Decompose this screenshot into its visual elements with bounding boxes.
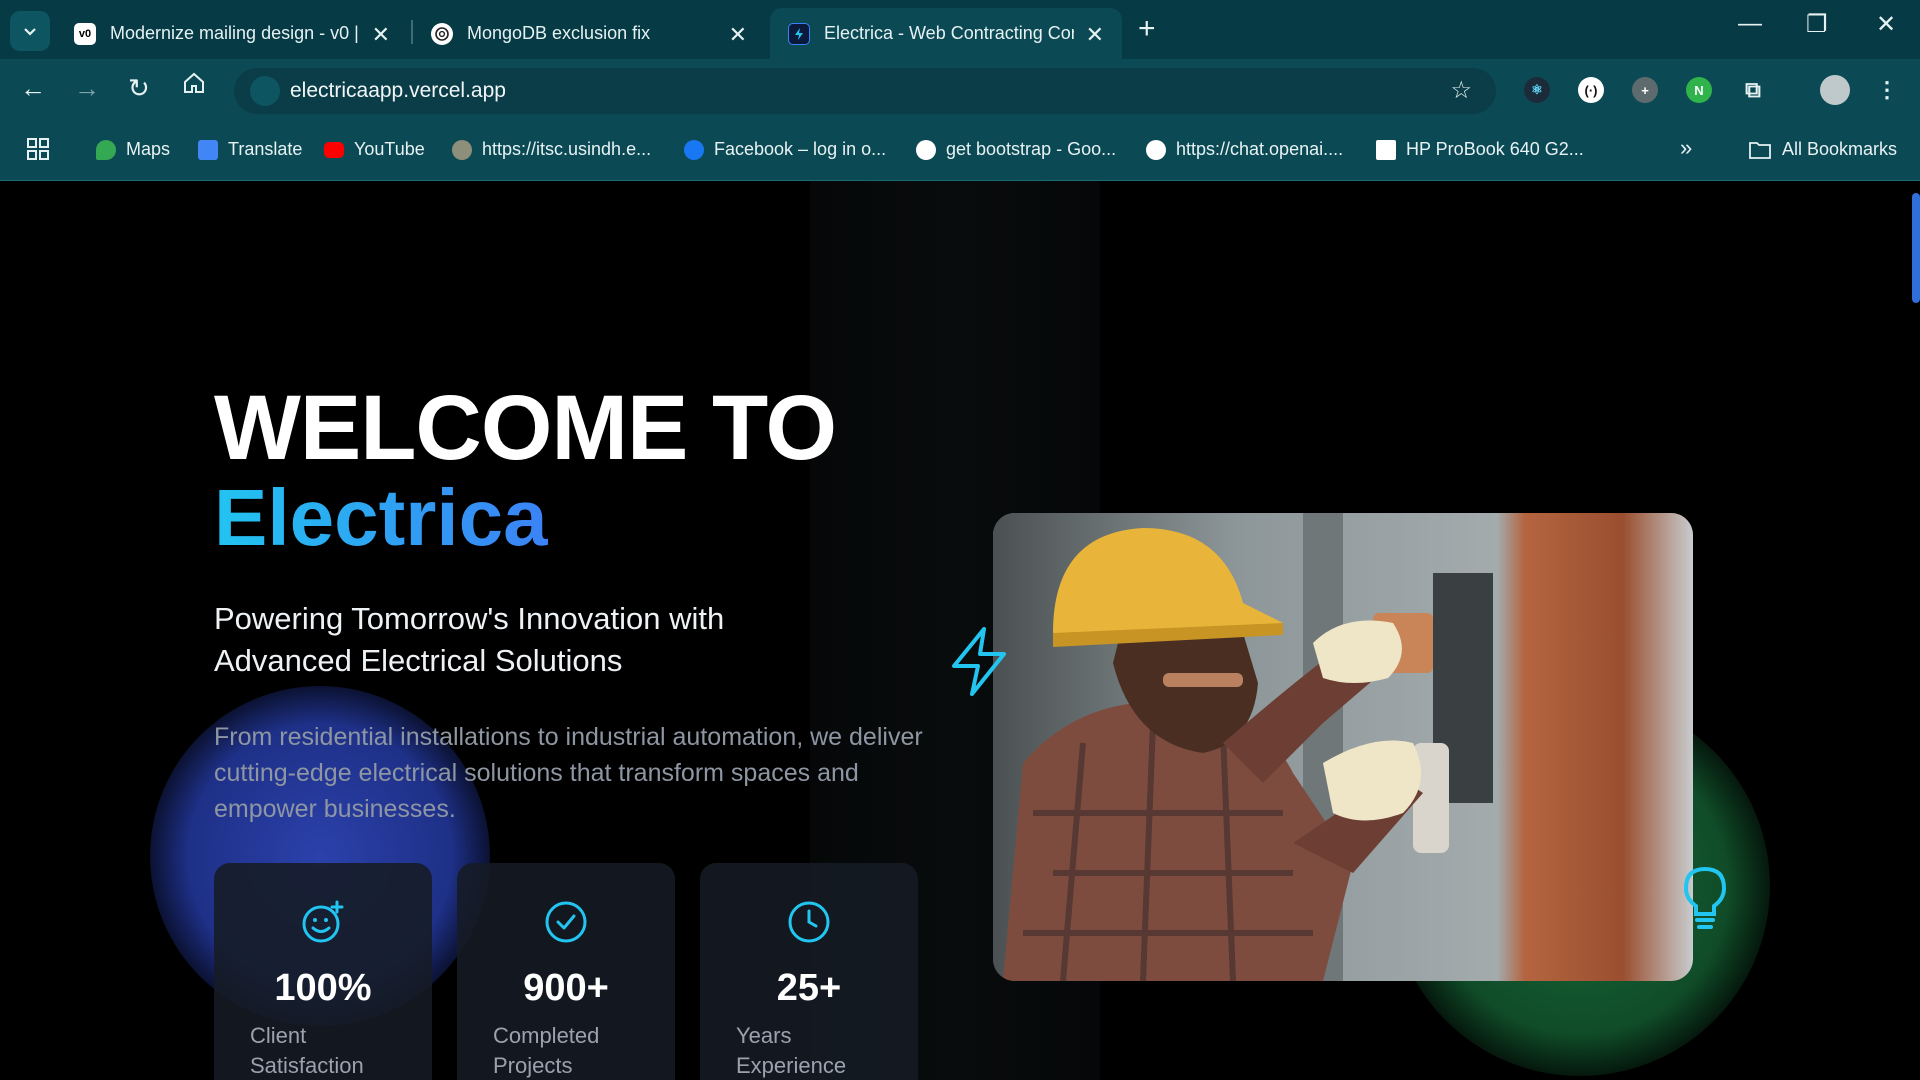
tab-electrica[interactable]: Electrica - Web Contracting Cor ✕ [770,8,1122,59]
translate-icon [198,139,218,160]
page-icon [1376,139,1396,160]
tab-title: Electrica - Web Contracting Cor [824,23,1074,43]
openai-icon [431,22,453,45]
stat-value: 25+ [776,967,842,1009]
back-icon[interactable]: ← [20,73,46,104]
youtube-icon [324,141,344,158]
tab-v0[interactable]: v0 Modernize mailing design - v0 | ✕ [56,8,408,59]
bookmark-label: get bootstrap - Goo... [946,139,1117,159]
close-tab-icon[interactable]: ✕ [729,22,747,48]
maps-icon [96,139,116,160]
menu-kebab-icon[interactable]: ⋮ [1874,77,1900,103]
hero-description: From residential installations to indust… [214,723,923,823]
bookmark-label: Maps [126,139,171,159]
stat-label: Years Experience [736,1023,847,1078]
bookmark-label: Facebook – log in o... [714,139,887,159]
bookmark-label: Translate [228,139,303,159]
stat-label: Completed Projects [493,1023,600,1078]
bookmark-youtube[interactable]: YouTube [324,139,425,160]
bookmark-translate[interactable]: Translate [198,139,302,160]
lightbulb-icon [1683,866,1727,929]
new-tab-button[interactable]: + [1138,12,1156,46]
v0-icon: v0 [74,22,96,45]
stat-value: 100% [274,967,372,1009]
tab-title: Modernize mailing design - v0 | [110,23,359,43]
add-extension-icon[interactable]: + [1632,77,1658,103]
hero-subtitle: Powering Tomorrow's Innovation with Adva… [214,601,725,678]
hero-brand-name: Electrica [214,473,548,562]
restore-icon[interactable]: ❐ [1806,10,1828,39]
extensions-puzzle-icon[interactable]: ⧉ [1740,77,1766,103]
home-icon[interactable] [182,71,206,102]
bookmark-bootstrap[interactable]: get bootstrap - Goo... [916,139,1116,160]
folder-icon [1749,141,1771,159]
check-circle-icon [545,901,587,943]
profile-avatar[interactable] [1820,75,1850,105]
page-viewport: WELCOME TO Electrica Powering Tomorrow's… [0,181,1920,1080]
tab-bar: v0 Modernize mailing design - v0 | ✕ Mon… [0,0,1920,59]
bookmark-label: https://itsc.usindh.e... [482,139,652,159]
clock-icon [788,901,830,943]
n-extension-icon[interactable]: N [1686,77,1712,103]
bookmark-maps[interactable]: Maps [96,139,170,160]
tab-title: MongoDB exclusion fix [467,23,651,43]
bookmark-star-icon[interactable]: ☆ [1450,76,1472,105]
all-bookmarks-button[interactable]: All Bookmarks [1748,139,1897,160]
globe-icon [916,139,936,160]
bookmark-facebook[interactable]: Facebook – log in o... [684,139,886,160]
bookmark-label: https://chat.openai.... [1176,139,1344,159]
smile-plus-icon [302,900,344,943]
close-tab-icon[interactable]: ✕ [1086,22,1104,48]
apps-grid-icon[interactable] [26,137,50,161]
openai-icon [1146,139,1166,160]
reload-icon[interactable]: ↻ [128,73,150,104]
stat-card-satisfaction: 100% Client Satisfaction [214,863,432,1080]
stat-card-projects: 900+ Completed Projects [457,863,675,1080]
address-bar[interactable]: electricaapp.vercel.app ☆ [234,68,1496,114]
bookmark-itsc[interactable]: https://itsc.usindh.e... [452,139,651,160]
tab-search-button[interactable] [10,11,50,51]
bookmark-label: YouTube [354,139,425,159]
stat-value: 900+ [523,967,609,1009]
close-tab-icon[interactable]: ✕ [372,22,390,48]
url-text[interactable]: electricaapp.vercel.app [290,79,506,103]
electrica-icon [788,22,810,45]
bookmark-chatgpt[interactable]: https://chat.openai.... [1146,139,1343,160]
lightning-bolt-icon [952,627,1006,696]
forward-icon[interactable]: → [74,73,100,104]
bookmark-label: HP ProBook 640 G2... [1406,139,1584,159]
facebook-icon [684,139,704,160]
extension-icon[interactable]: (·) [1578,77,1604,103]
chevron-down-icon [24,28,36,36]
close-window-icon[interactable]: ✕ [1876,10,1896,39]
electrician-photo [993,513,1693,981]
bookmarks-bar: Maps Translate YouTube https://itsc.usin… [0,121,1920,181]
more-bookmarks-icon[interactable]: » [1680,135,1692,161]
hero-welcome-heading: WELCOME TO [214,377,837,479]
tab-mongodb[interactable]: MongoDB exclusion fix ✕ [413,8,765,59]
all-bookmarks-label: All Bookmarks [1782,139,1898,159]
react-devtools-icon[interactable]: ⚛ [1524,77,1550,103]
site-info-icon[interactable] [250,76,280,106]
browser-toolbar: ← → ↻ electricaapp.vercel.app ☆ ⚛ (·) + … [0,59,1920,121]
bookmark-hp-probook[interactable]: HP ProBook 640 G2... [1376,139,1584,160]
site-icon [452,139,472,160]
stat-label: Client Satisfaction [250,1023,364,1078]
scrollbar-thumb[interactable] [1912,193,1920,303]
minimize-icon[interactable]: — [1738,10,1762,38]
stat-card-experience: 25+ Years Experience [700,863,918,1080]
